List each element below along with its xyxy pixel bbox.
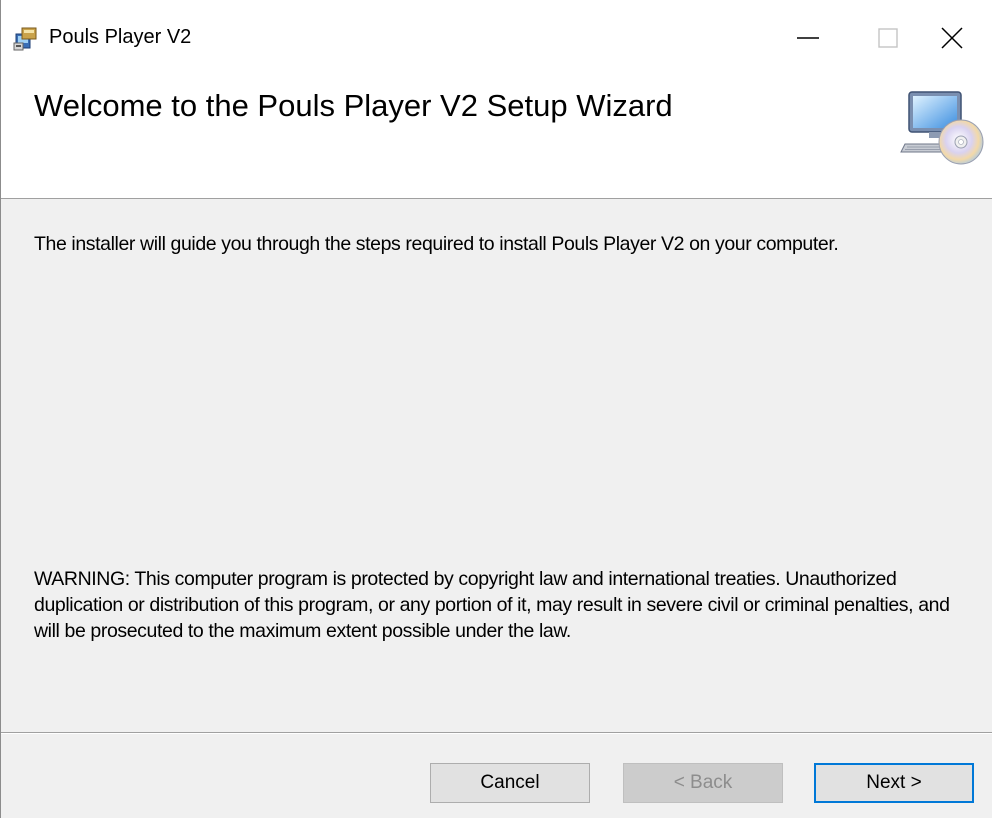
title-bar[interactable]: Pouls Player V2: [1, 0, 992, 80]
maximize-icon: [878, 27, 898, 53]
minimize-button[interactable]: [768, 0, 848, 80]
close-button[interactable]: [912, 0, 992, 80]
computer-cd-icon: [899, 86, 985, 170]
installer-app-icon: [13, 25, 39, 51]
back-button[interactable]: < Back: [623, 763, 783, 803]
intro-text: The installer will guide you through the…: [34, 233, 839, 255]
cancel-button[interactable]: Cancel: [430, 763, 590, 803]
page-title: Welcome to the Pouls Player V2 Setup Wiz…: [34, 88, 673, 123]
close-icon: [941, 26, 963, 54]
window-title: Pouls Player V2: [49, 26, 192, 48]
setup-wizard-window: Pouls Player V2 Welcome to the Pouls Pla…: [0, 0, 992, 818]
copyright-warning-text: WARNING: This computer program is protec…: [34, 568, 950, 642]
footer-divider: [1, 732, 992, 734]
minimize-icon: [797, 27, 819, 54]
next-button[interactable]: Next >: [814, 763, 974, 803]
wizard-header: Welcome to the Pouls Player V2 Setup Wiz…: [1, 80, 992, 199]
